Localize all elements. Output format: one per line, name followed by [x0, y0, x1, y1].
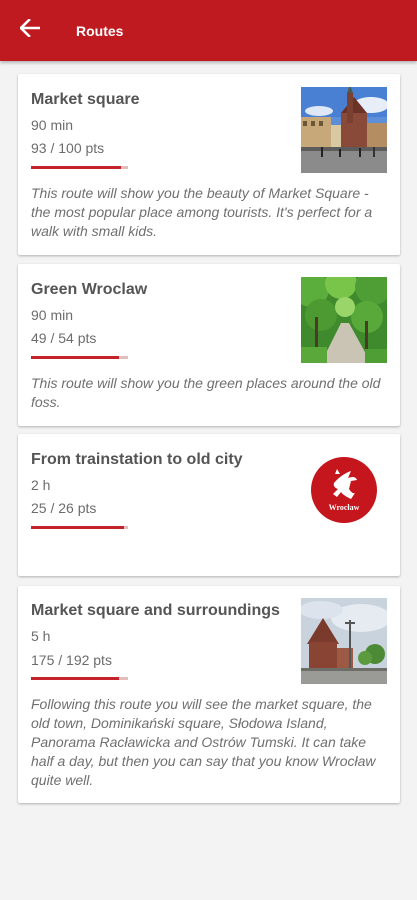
app-bar: Routes [0, 0, 417, 61]
route-points: 49 / 54 pts [31, 330, 97, 346]
route-progress-bar [31, 166, 128, 169]
route-points: 175 / 192 pts [31, 652, 112, 668]
route-card-green-wroclaw[interactable]: Green Wroclaw 90 min 49 / 54 pts This ro… [18, 264, 400, 426]
route-card-market-square-surroundings[interactable]: Market square and surroundings 5 h 175 /… [18, 586, 400, 803]
route-progress-fill [31, 356, 120, 359]
route-duration: 5 h [31, 628, 51, 644]
route-duration: 2 h [31, 477, 51, 493]
route-thumbnail-church-tower [301, 598, 387, 684]
route-points: 93 / 100 pts [31, 140, 105, 156]
route-thumbnail-green-alley [301, 277, 387, 363]
route-progress-bar [31, 526, 128, 529]
wroclaw-logo-text: Wrocław [329, 503, 360, 512]
page-title: Routes [76, 22, 124, 39]
route-title: From trainstation to old city [31, 451, 243, 468]
route-description: Following this route you will see the ma… [31, 696, 376, 788]
route-title: Market square [31, 91, 140, 108]
route-description: This route will show you the green place… [31, 375, 381, 410]
route-points: 25 / 26 pts [31, 500, 97, 516]
route-duration: 90 min [31, 117, 74, 133]
route-progress-fill [31, 526, 125, 529]
route-description: This route will show you the beauty of M… [31, 185, 373, 239]
route-title: Green Wroclaw [31, 281, 148, 298]
route-title: Market square and surroundings [31, 602, 280, 619]
route-card-trainstation[interactable]: From trainstation to old city 2 h 25 / 2… [18, 434, 400, 576]
route-progress-fill [31, 677, 120, 680]
arrow-left-icon [19, 18, 41, 42]
route-card-market-square[interactable]: Market square 90 min 93 / 100 pts This r… [18, 74, 400, 255]
route-progress-bar [31, 677, 128, 680]
route-progress-fill [31, 166, 122, 169]
route-duration: 90 min [31, 307, 74, 323]
route-progress-bar [31, 356, 128, 359]
back-button[interactable] [0, 0, 62, 61]
wroclaw-logo: Wrocław [301, 447, 387, 533]
route-thumbnail-market-square [301, 87, 387, 173]
